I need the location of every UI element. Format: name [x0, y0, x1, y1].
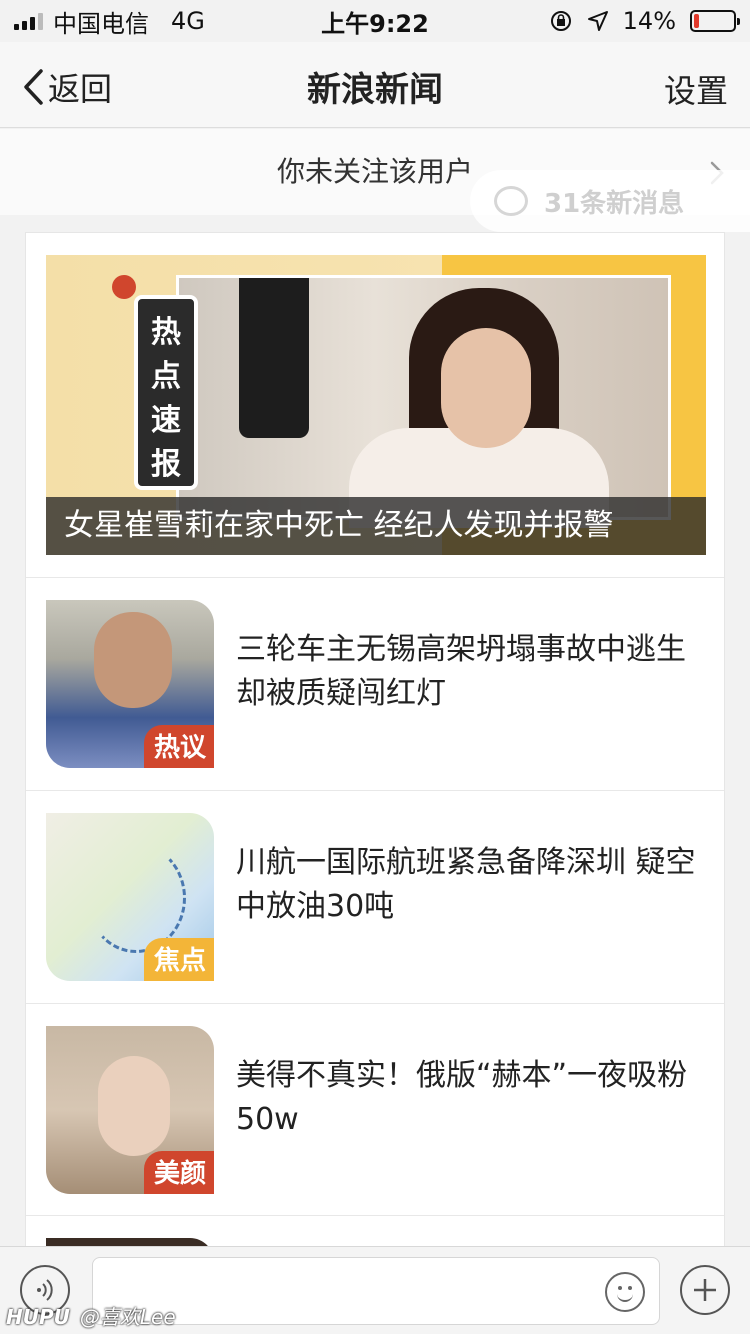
news-thumbnail: 热议: [46, 600, 214, 768]
message-input[interactable]: [92, 1257, 660, 1325]
news-title: 三轮车主无锡高架坍塌事故中逃生 却被质疑闯红灯: [236, 632, 686, 711]
new-messages-toast[interactable]: 31条新消息: [470, 170, 750, 232]
battery-percent: 14%: [622, 7, 676, 35]
news-card: 热 点 速 报 女星崔雪莉在家中死亡 经纪人发现并报警 热议 三轮车主无锡高架坍…: [25, 232, 725, 1252]
hot-news-tag: 热 点 速 报: [134, 295, 198, 490]
tag-char: 速: [151, 403, 181, 438]
tag-char: 点: [151, 359, 181, 394]
navigation-bar: 返回 新浪新闻 设置: [0, 42, 750, 128]
news-badge: 热议: [143, 725, 214, 768]
follow-status-text: 你未关注该用户: [276, 155, 473, 188]
rotation-lock-icon: [550, 11, 571, 31]
settings-button[interactable]: 设置: [664, 66, 728, 112]
carrier-name: 中国电信: [53, 9, 149, 38]
voice-icon: [37, 1279, 53, 1301]
tag-char: 热: [151, 315, 181, 350]
decorative-dot: [112, 275, 136, 299]
news-thumbnail: 焦点: [46, 813, 214, 981]
news-title: 川航一国际航班紧急备降深圳 疑空中放油30吨: [236, 845, 696, 924]
tag-char: 报: [151, 447, 181, 482]
new-messages-count: 31条新消息: [544, 188, 685, 219]
status-bar: 中国电信 4G 上午9:22 14%: [0, 0, 750, 42]
watermark-user: @喜欢Lee: [79, 1305, 176, 1329]
news-thumbnail: 美颜: [46, 1026, 214, 1194]
signal-icon: [14, 12, 43, 30]
news-badge: 美颜: [143, 1151, 214, 1194]
news-item[interactable]: 美颜 美得不真实！俄版“赫本”一夜吸粉50w: [26, 1003, 724, 1215]
news-item[interactable]: 热议 三轮车主无锡高架坍塌事故中逃生 却被质疑闯红灯: [26, 577, 724, 789]
hero-caption: 女星崔雪莉在家中死亡 经纪人发现并报警: [46, 497, 706, 555]
message-input-bar: HUPU @喜欢Lee: [0, 1246, 750, 1334]
hero-article[interactable]: 热 点 速 报 女星崔雪莉在家中死亡 经纪人发现并报警: [46, 255, 706, 555]
battery-icon: [690, 10, 740, 32]
network-type: 4G: [171, 7, 205, 35]
plus-icon: [694, 1279, 716, 1301]
news-badge: 焦点: [143, 938, 214, 981]
battery-fill: [694, 14, 700, 28]
emoji-icon[interactable]: [605, 1272, 645, 1312]
page-title: 新浪新闻: [307, 70, 443, 110]
watermark: HUPU @喜欢Lee: [6, 1301, 176, 1330]
chat-bubble-icon: [494, 186, 528, 216]
location-icon: [587, 11, 608, 31]
news-item[interactable]: 焦点 川航一国际航班紧急备降深圳 疑空中放油30吨: [26, 790, 724, 1002]
news-title: 美得不真实！俄版“赫本”一夜吸粉50w: [236, 1058, 688, 1137]
watermark-brand: HUPU: [6, 1305, 70, 1329]
hero-image: [176, 275, 671, 528]
add-button[interactable]: [680, 1265, 730, 1315]
